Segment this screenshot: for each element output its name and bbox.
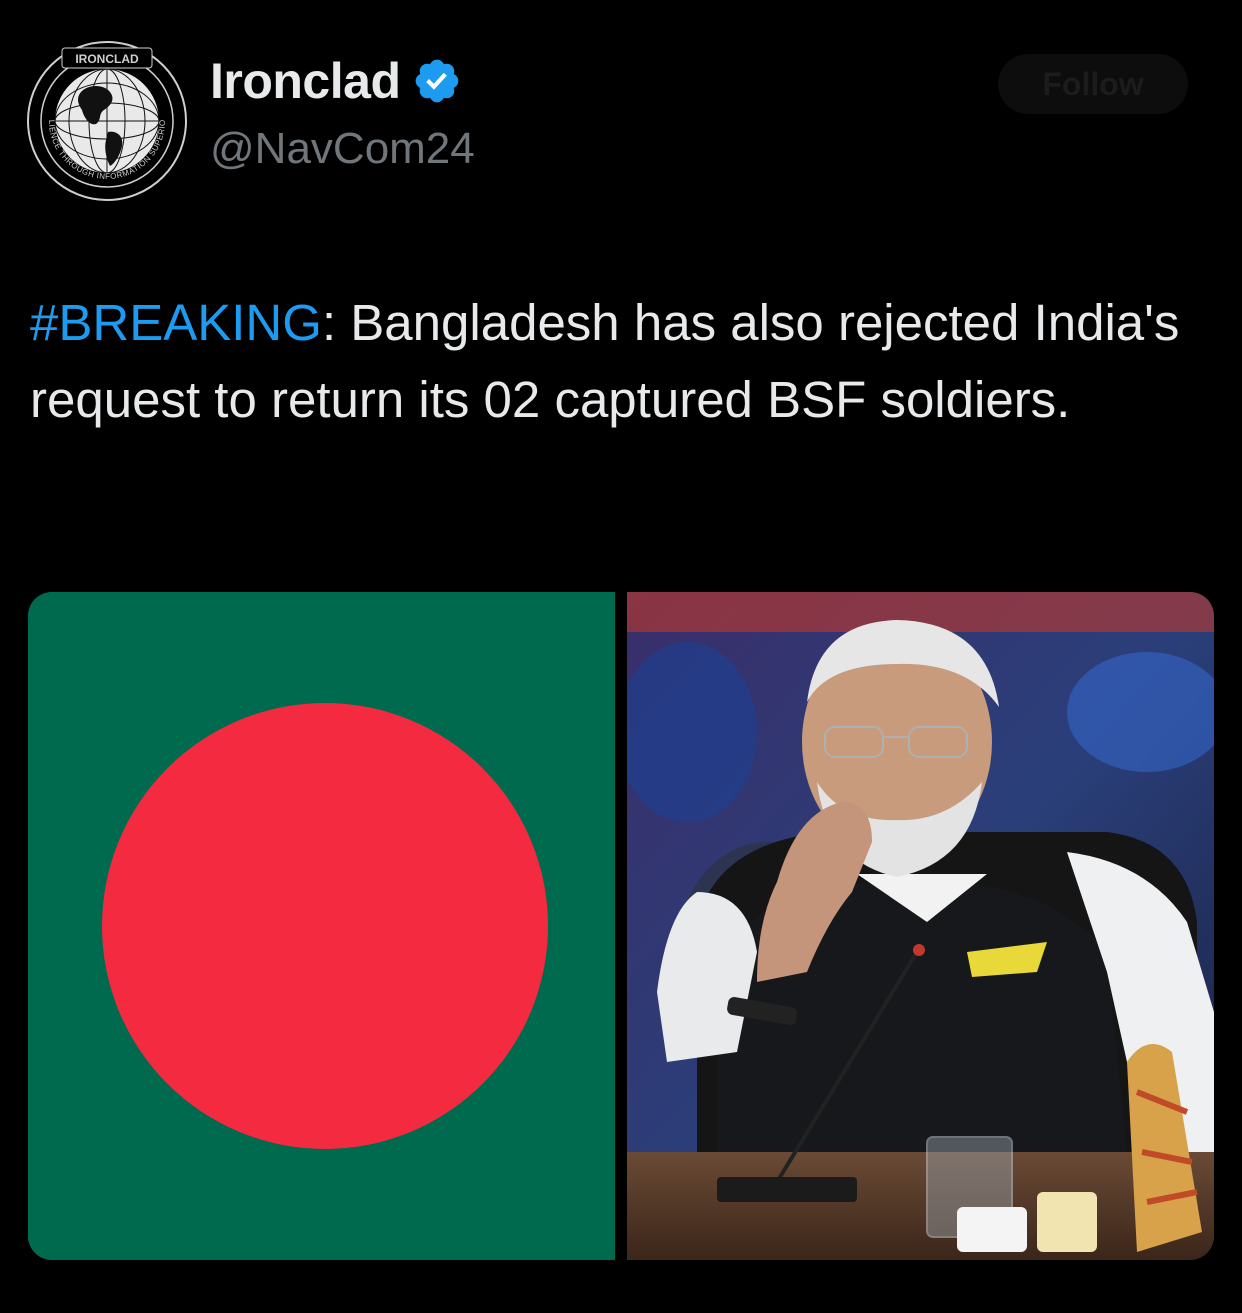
- follow-button[interactable]: Follow: [998, 54, 1188, 114]
- bangladesh-flag-image: [28, 592, 615, 1260]
- flag-red-disc: [102, 703, 548, 1149]
- display-name-row[interactable]: Ironclad: [210, 52, 462, 110]
- conference-photo-image: [617, 592, 1214, 1260]
- media-grid: [28, 592, 1214, 1260]
- verified-badge-icon: [416, 59, 459, 103]
- tweet-text: #BREAKING: Bangladesh has also rejected …: [30, 284, 1220, 438]
- globe-logo-icon: IRONCLAD RESILIENCE THROUGH INFORMATION …: [23, 33, 187, 201]
- display-name[interactable]: Ironclad: [210, 52, 401, 110]
- hashtag-link[interactable]: #BREAKING: [30, 294, 322, 351]
- media-image-photo[interactable]: [617, 592, 1214, 1260]
- user-handle[interactable]: @NavCom24: [210, 124, 475, 174]
- media-image-flag[interactable]: [28, 592, 615, 1260]
- avatar[interactable]: IRONCLAD RESILIENCE THROUGH INFORMATION …: [23, 33, 188, 202]
- avatar-top-text: IRONCLAD: [75, 52, 139, 66]
